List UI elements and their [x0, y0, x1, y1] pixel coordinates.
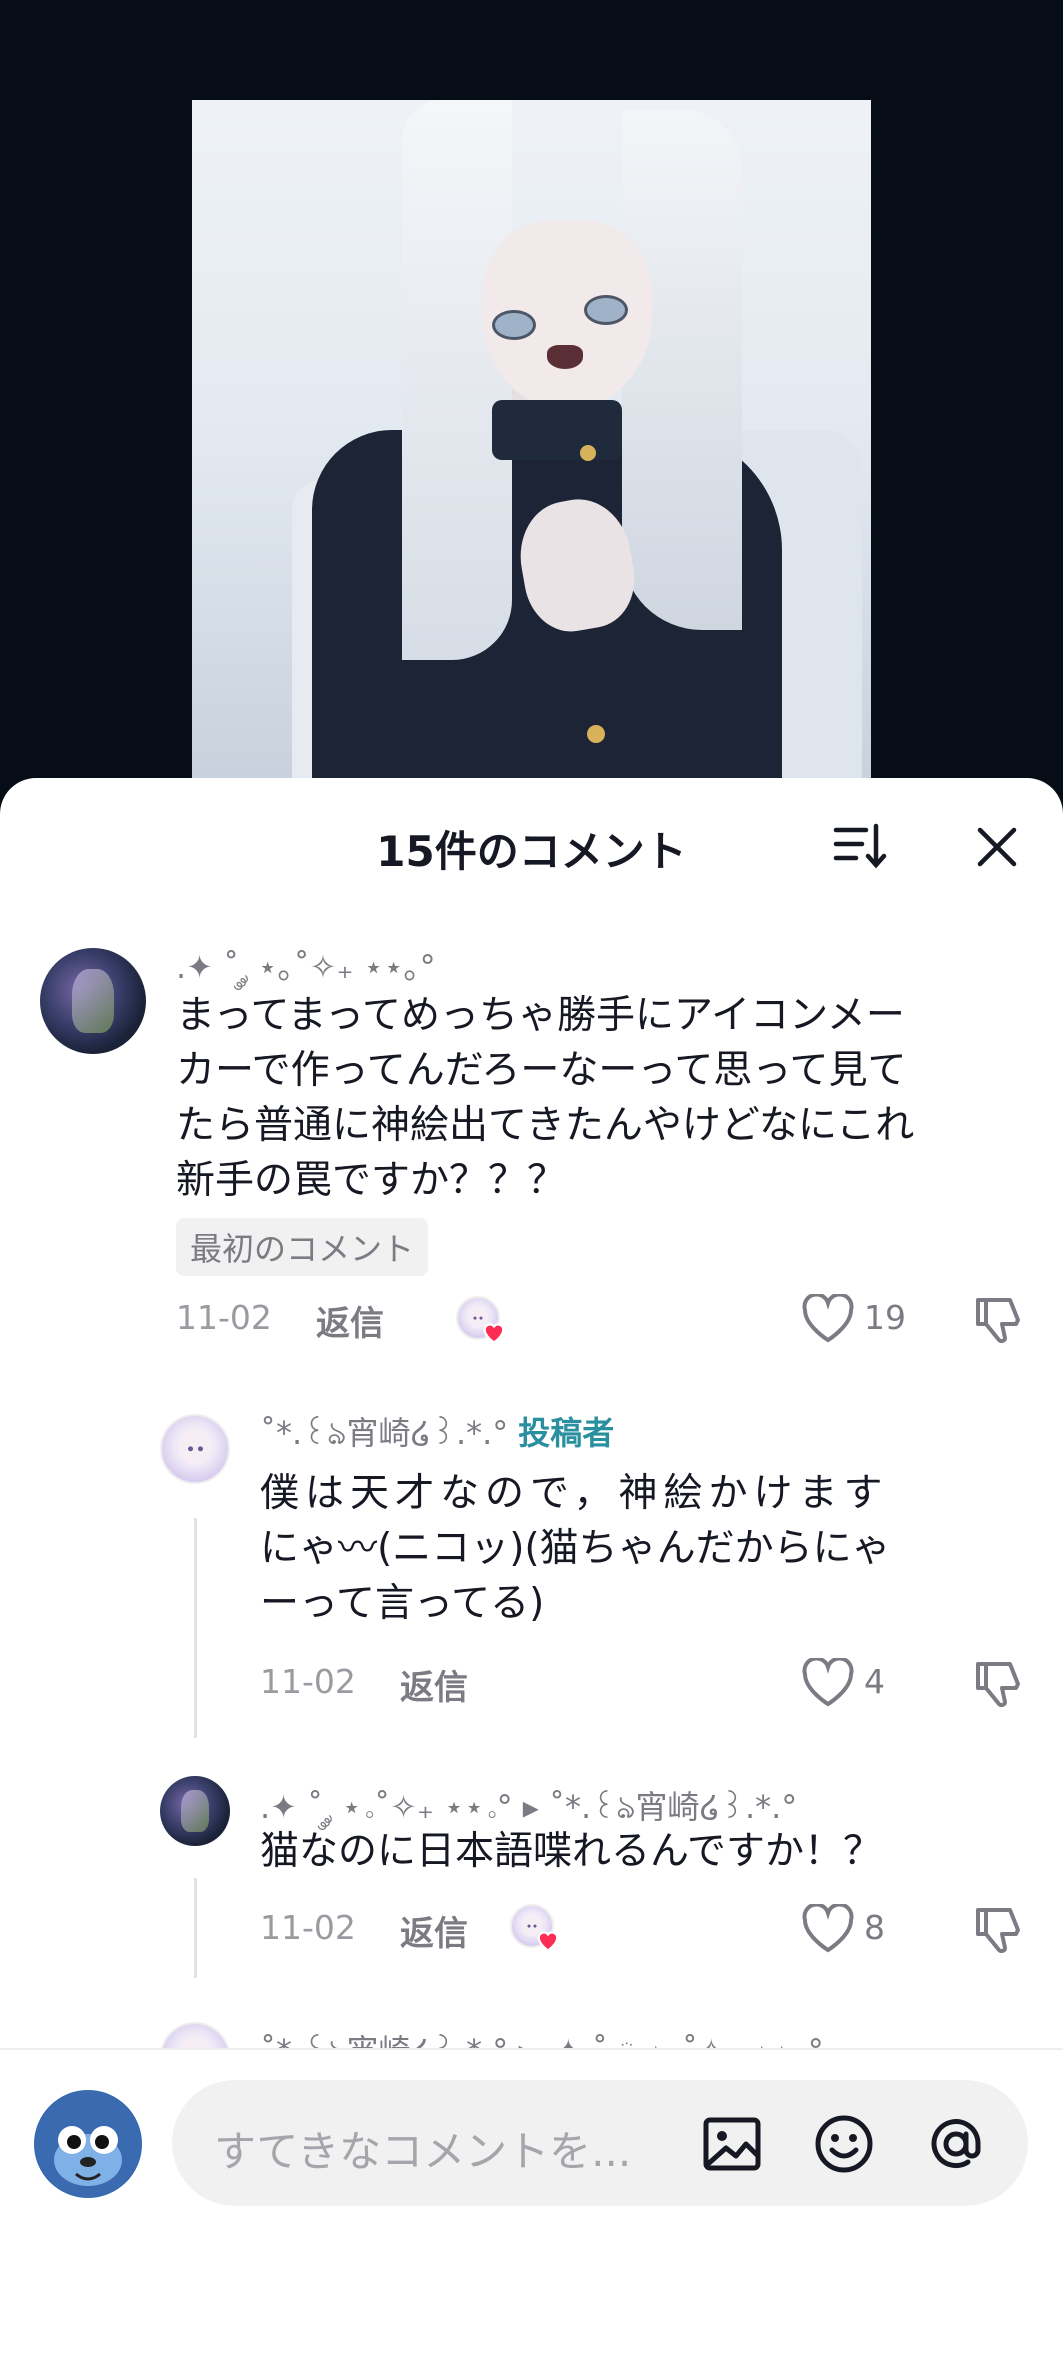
mascot-avatar-image	[34, 2090, 142, 2198]
comment-input[interactable]: すてきなコメントを...	[172, 2080, 1028, 2206]
video-artwork[interactable]	[192, 100, 871, 790]
at-mention-icon[interactable]	[924, 2112, 988, 2176]
image-icon[interactable]	[700, 2112, 764, 2176]
emoji-icon[interactable]	[812, 2112, 876, 2176]
comment-input-placeholder: すてきなコメントを...	[214, 2127, 632, 2176]
my-avatar[interactable]	[34, 2090, 142, 2198]
comment-input-bar: すてきなコメントを...	[0, 2048, 1063, 2364]
reply-item: ˚*.꒰ঌ宵崎໒꒱.*.° ▸ .✦ ˚ ༘ ⋆｡˚✧₊ ⋆⋆｡°	[0, 778, 1063, 2092]
